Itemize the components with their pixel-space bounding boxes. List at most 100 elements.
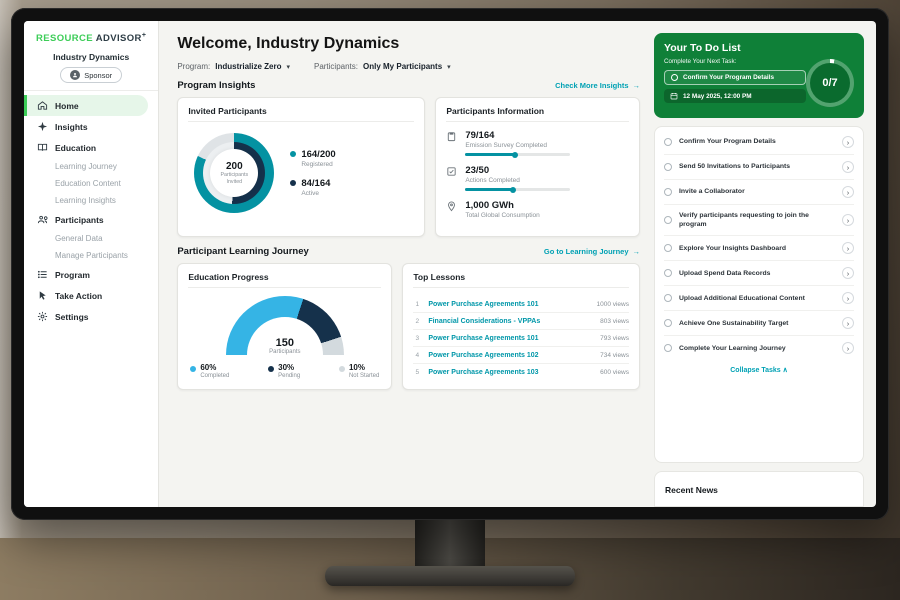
chevron-right-icon[interactable]: › [842,317,854,329]
arrow-right-icon: → [633,247,641,256]
person-icon [70,70,80,80]
sidebar-item-home[interactable]: Home [24,95,148,116]
legend-dot [290,180,296,186]
home-icon [37,100,48,111]
task-row-complete-learning-journey[interactable]: Complete Your Learning Journey › [664,336,854,360]
sidebar-item-general-data[interactable]: General Data [24,230,158,247]
check-more-insights-link[interactable]: Check More Insights → [555,81,640,90]
divider [24,90,158,91]
lesson-link[interactable]: Power Purchase Agreements 103 [428,369,593,376]
actions-progress-bar [465,188,513,191]
task-checkbox[interactable] [664,138,672,146]
sponsor-label: Sponsor [84,71,112,80]
sidebar-item-program[interactable]: Program [24,264,158,285]
todo-title: Your To Do List [664,42,854,54]
task-row-explore-insights[interactable]: Explore Your Insights Dashboard › [664,236,854,261]
chevron-right-icon[interactable]: › [842,214,854,226]
app-logo: RESOURCE ADVISOR+ [24,30,158,44]
clipboard-icon [446,131,457,142]
task-row-invite-collaborator[interactable]: Invite a Collaborator › [664,180,854,205]
task-checkbox[interactable] [664,216,672,224]
lesson-link[interactable]: Power Purchase Agreements 102 [428,352,593,359]
checkbox-icon[interactable] [671,74,678,81]
lesson-row: 3 Power Purchase Agreements 101 793 view… [413,330,629,347]
invited-donut-chart: 200 Participants Invited [194,133,274,213]
lesson-link[interactable]: Power Purchase Agreements 101 [428,335,593,342]
book-icon [37,142,48,153]
checklist-icon [446,166,457,177]
lesson-row: 4 Power Purchase Agreements 102 734 view… [413,347,629,364]
task-checkbox[interactable] [664,163,672,171]
task-row-upload-educational-content[interactable]: Upload Additional Educational Content › [664,286,854,311]
calendar-icon [670,92,678,100]
task-checkbox[interactable] [664,269,672,277]
people-icon [37,214,48,225]
chevron-right-icon[interactable]: › [842,292,854,304]
legend-pending: 30% Pending [268,363,300,379]
sidebar-item-participants[interactable]: Participants [24,209,158,230]
todo-due-date: 12 May 2025, 12:00 PM [664,89,806,103]
collapse-tasks-link[interactable]: Collapse Tasks ∧ [664,360,854,378]
org-name: Industry Dynamics [24,52,158,62]
arrow-right-icon: → [633,81,641,90]
sidebar-item-insights[interactable]: Insights [24,116,158,137]
sidebar-item-learning-journey[interactable]: Learning Journey [24,158,158,175]
task-checkbox[interactable] [664,188,672,196]
legend-registered: 164/200 Registered [290,149,335,168]
go-to-learning-journey-link[interactable]: Go to Learning Journey → [544,247,640,256]
task-checkbox[interactable] [664,319,672,327]
monitor-stand-neck [415,512,485,574]
gear-icon [37,311,48,322]
task-row-confirm-program[interactable]: Confirm Your Program Details › [664,130,854,155]
participants-dropdown[interactable]: Participants: Only My Participants ▾ [314,62,451,71]
invited-participants-card: Invited Participants 200 Participants In… [177,97,425,237]
participants-information-card: Participants Information 79/164 Emission… [435,97,640,237]
program-insights-title: Program Insights [177,80,255,91]
lesson-row: 1 Power Purchase Agreements 101 1000 vie… [413,296,629,313]
chevron-right-icon[interactable]: › [842,186,854,198]
chevron-right-icon[interactable]: › [842,342,854,354]
sidebar-item-settings[interactable]: Settings [24,306,158,327]
program-dropdown[interactable]: Program: Industrialize Zero ▾ [177,62,290,71]
education-gauge-chart: 150 Participants [226,296,344,355]
chevron-up-icon: ∧ [783,367,788,374]
task-row-achieve-target[interactable]: Achieve One Sustainability Target › [664,311,854,336]
sidebar-item-learning-insights[interactable]: Learning Insights [24,192,158,209]
page-title: Welcome, Industry Dynamics [177,35,640,53]
task-checkbox[interactable] [664,344,672,352]
legend-active: 84/164 Active [290,178,335,197]
chevron-right-icon[interactable]: › [842,267,854,279]
chevron-down-icon: ▾ [447,63,451,71]
top-lessons-card: Top Lessons 1 Power Purchase Agreements … [402,263,640,390]
sidebar-item-manage-participants[interactable]: Manage Participants [24,247,158,264]
todo-next-task[interactable]: Confirm Your Program Details [664,70,806,85]
desk-background: RESOURCE ADVISOR+ Industry Dynamics Spon… [0,0,900,600]
logo-text-primary: RESOURCE [36,33,93,44]
list-icon [37,269,48,280]
legend-completed: 60% Completed [190,363,229,379]
task-row-verify-participants[interactable]: Verify participants requesting to join t… [664,205,854,236]
legend-dot [339,366,345,372]
sidebar-item-take-action[interactable]: Take Action [24,285,158,306]
chevron-right-icon[interactable]: › [842,242,854,254]
lesson-link[interactable]: Financial Considerations - VPPAs [428,318,593,325]
chevron-right-icon[interactable]: › [842,136,854,148]
chevron-down-icon: ▾ [286,63,290,71]
recent-news-card: Recent News [654,471,864,507]
logo-text-secondary: ADVISOR [96,33,142,44]
task-checkbox[interactable] [664,244,672,252]
survey-progress-bar [465,153,515,156]
task-row-upload-spend-data[interactable]: Upload Spend Data Records › [664,261,854,286]
legend-dot [268,366,274,372]
todo-progress-value: 0/7 [822,77,837,89]
legend-not-started: 10% Not Started [339,363,379,379]
chevron-right-icon[interactable]: › [842,161,854,173]
task-row-send-invitations[interactable]: Send 50 Invitations to Participants › [664,155,854,180]
lesson-link[interactable]: Power Purchase Agreements 101 [428,301,589,308]
sidebar-item-education-content[interactable]: Education Content [24,175,158,192]
todo-task-list: Confirm Your Program Details › Send 50 I… [654,126,864,463]
sidebar-item-education[interactable]: Education [24,137,158,158]
task-checkbox[interactable] [664,294,672,302]
sponsor-badge[interactable]: Sponsor [60,67,122,83]
dashboard-screen: RESOURCE ADVISOR+ Industry Dynamics Spon… [24,21,876,507]
